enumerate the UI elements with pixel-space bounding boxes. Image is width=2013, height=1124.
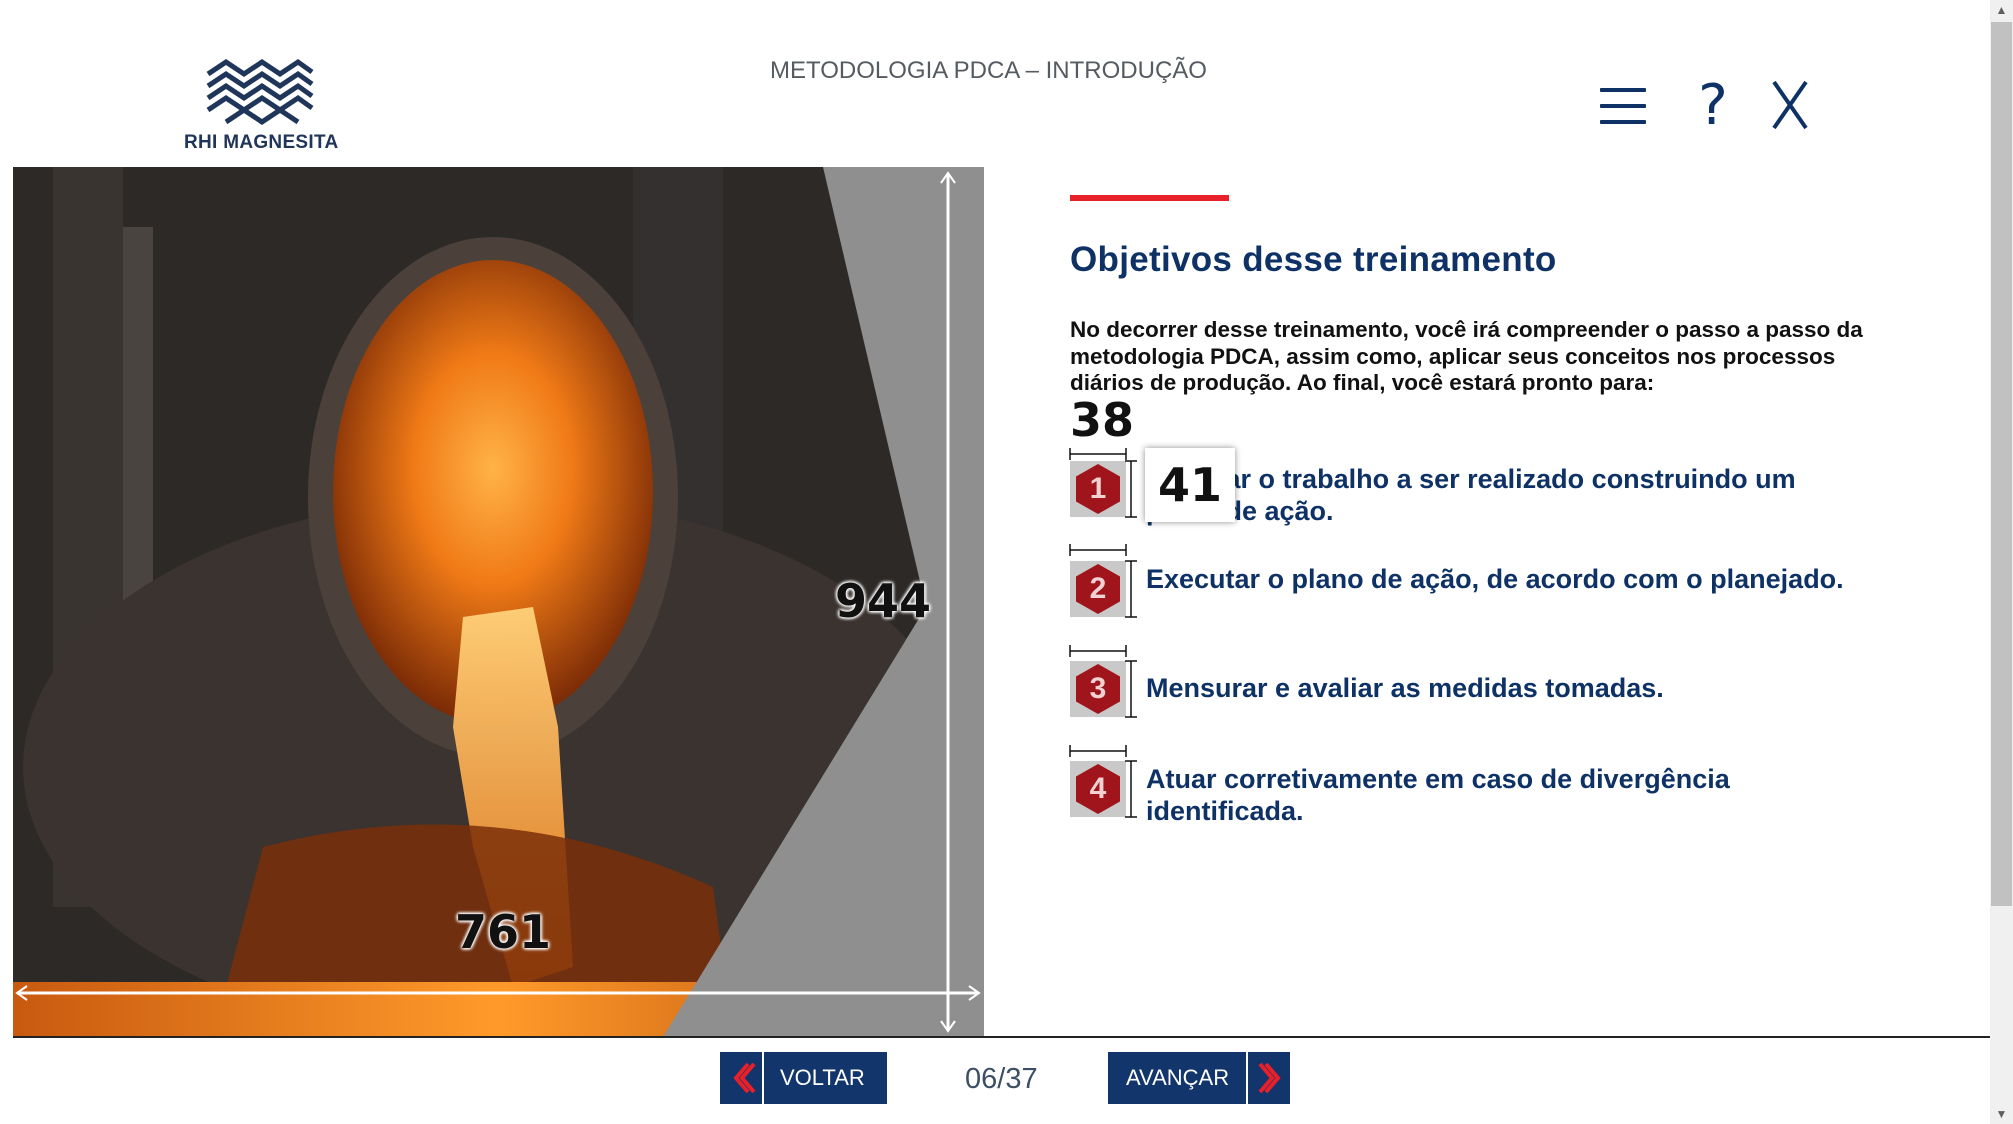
company-logo: RHI MAGNESITA [180, 52, 345, 157]
vertical-scrollbar[interactable]: ▲ ▼ [1990, 0, 2013, 1124]
chevron-right-icon [1246, 1052, 1290, 1104]
close-button[interactable] [1770, 78, 1810, 134]
menu-button[interactable] [1598, 78, 1648, 134]
footer-divider [13, 1036, 1990, 1038]
page-title: METODOLOGIA PDCA – INTRODUÇÃO [770, 57, 1207, 84]
help-icon: ? [1698, 73, 1728, 138]
intro-text: No decorrer desse treinamento, você irá … [1070, 317, 1863, 395]
next-button[interactable]: AVANÇAR [1108, 1052, 1290, 1104]
objective-text: Mensurar e avaliar as medidas tomadas. [1146, 673, 1664, 703]
back-label: VOLTAR [780, 1065, 865, 1090]
chevron-left-icon [720, 1052, 764, 1104]
back-button[interactable]: VOLTAR [720, 1052, 887, 1104]
accent-bar [1070, 195, 1229, 201]
objective-number: 2 [1089, 572, 1107, 605]
objective-number: 4 [1089, 772, 1107, 805]
scroll-down-icon[interactable]: ▼ [1990, 1104, 2013, 1124]
logo-text: RHI MAGNESITA [184, 132, 339, 153]
page-counter: 06/37 [965, 1063, 1038, 1095]
next-label: AVANÇAR [1126, 1065, 1230, 1090]
objective-text: Planejar o trabalho a ser realizado cons… [1146, 464, 1796, 526]
close-icon [1772, 80, 1808, 130]
hero-image: 944 761 [13, 167, 984, 1037]
help-button[interactable]: ? [1695, 78, 1731, 134]
scroll-up-icon[interactable]: ▲ [1990, 0, 2013, 20]
objective-text: Atuar corretivamente em caso de divergên… [1146, 764, 1730, 826]
section-title: Objetivos desse treinamento [1070, 240, 1557, 279]
height-label: 944 [835, 574, 932, 628]
objective-number: 3 [1089, 672, 1107, 705]
scroll-thumb[interactable] [1991, 22, 2012, 906]
measure-tooltip: 41 [1145, 448, 1235, 522]
logo-icon [206, 58, 314, 126]
objective-number: 1 [1089, 472, 1107, 505]
measure-label: 38 [1070, 393, 1135, 447]
objective-text: Executar o plano de ação, de acordo com … [1146, 564, 1844, 594]
width-label: 761 [455, 905, 552, 959]
